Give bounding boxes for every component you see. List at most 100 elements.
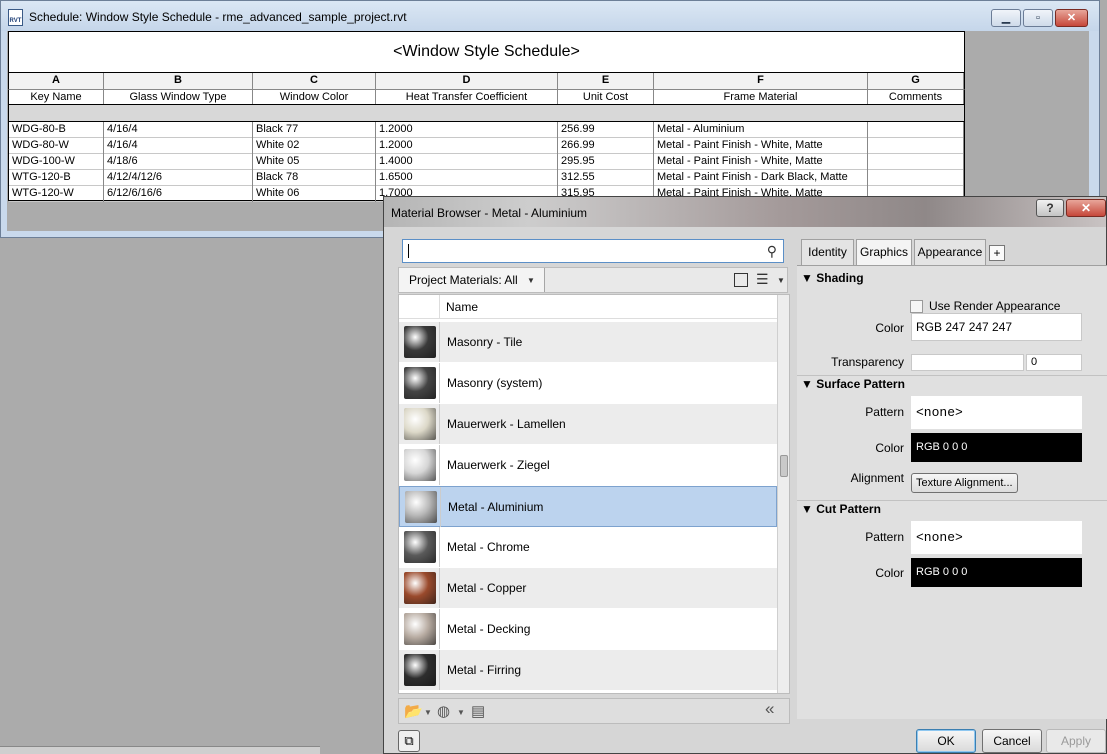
- table-cell[interactable]: Metal - Aluminium: [654, 122, 868, 138]
- transparency-slider[interactable]: [911, 354, 1024, 371]
- list-view-icon[interactable]: ☰: [756, 271, 769, 288]
- add-asset-tab-button[interactable]: +: [989, 245, 1005, 261]
- tab-identity[interactable]: Identity: [801, 239, 854, 265]
- transparency-input[interactable]: 0: [1026, 354, 1082, 371]
- dialog-close-button[interactable]: ✕: [1066, 199, 1106, 217]
- ok-button[interactable]: OK: [916, 729, 976, 753]
- table-cell[interactable]: Metal - Paint Finish - White, Matte: [654, 138, 868, 154]
- table-cell[interactable]: 4/16/4: [104, 138, 253, 154]
- minimize-button[interactable]: ▁: [991, 9, 1021, 27]
- help-button[interactable]: ?: [1036, 199, 1064, 217]
- cancel-button[interactable]: Cancel: [982, 729, 1042, 753]
- table-row[interactable]: WDG-80-W 4/16/4 White 02 1.2000 266.99 Metal …: [9, 138, 964, 154]
- table-cell[interactable]: [868, 138, 964, 154]
- table-cell[interactable]: WDG-100-W: [9, 154, 104, 170]
- view-options-chevron-down-icon[interactable]: ▼: [777, 276, 785, 285]
- material-search-input[interactable]: [403, 240, 753, 262]
- create-menu-chevron-down-icon[interactable]: ▼: [457, 708, 465, 717]
- table-cell[interactable]: WTG-120-B: [9, 170, 104, 186]
- surface-pattern-value[interactable]: <none>: [911, 396, 1082, 429]
- table-cell[interactable]: 4/16/4: [104, 122, 253, 138]
- table-cell[interactable]: WDG-80-W: [9, 138, 104, 154]
- table-cell[interactable]: WTG-120-W: [9, 186, 104, 202]
- material-list-item[interactable]: Metal - Aluminium: [399, 486, 777, 527]
- table-cell[interactable]: 4/18/6: [104, 154, 253, 170]
- panel-view-icon[interactable]: [734, 273, 748, 287]
- table-cell[interactable]: 312.55: [558, 170, 654, 186]
- material-editor-toggle-icon[interactable]: ⧉: [398, 730, 420, 752]
- column-letter[interactable]: B: [104, 73, 253, 89]
- table-cell[interactable]: [868, 122, 964, 138]
- material-list-item[interactable]: Mauerwerk - Ziegel: [399, 445, 777, 486]
- search-icon[interactable]: ⚲: [767, 243, 777, 260]
- table-cell[interactable]: Metal - Paint Finish - Dark Black, Matte: [654, 170, 868, 186]
- scrollbar-thumb[interactable]: [780, 455, 788, 477]
- table-cell[interactable]: White 06: [253, 186, 376, 202]
- table-cell[interactable]: 4/12/4/12/6: [104, 170, 253, 186]
- material-list-item[interactable]: Metal - Copper: [399, 568, 777, 609]
- column-header[interactable]: Unit Cost: [558, 90, 654, 104]
- texture-alignment-button[interactable]: Texture Alignment...: [911, 473, 1018, 493]
- open-library-icon[interactable]: 📂: [404, 702, 423, 720]
- table-cell[interactable]: 1.6500: [376, 170, 558, 186]
- library-menu-chevron-down-icon[interactable]: ▼: [424, 708, 432, 717]
- table-cell[interactable]: [868, 154, 964, 170]
- cut-color-swatch[interactable]: RGB 0 0 0: [911, 558, 1082, 587]
- table-cell[interactable]: Black 78: [253, 170, 376, 186]
- shading-section-header[interactable]: ▼ Shading: [801, 271, 864, 285]
- table-cell[interactable]: 6/12/6/16/6: [104, 186, 253, 202]
- material-list-item[interactable]: Metal - Chrome: [399, 527, 777, 568]
- column-letter[interactable]: D: [376, 73, 558, 89]
- material-browser-titlebar[interactable]: Material Browser - Metal - Aluminium ? ✕: [384, 197, 1106, 227]
- close-button[interactable]: ✕: [1055, 9, 1088, 27]
- table-cell[interactable]: Metal - Paint Finish - White, Matte: [654, 154, 868, 170]
- table-cell[interactable]: 1.4000: [376, 154, 558, 170]
- collapse-library-icon[interactable]: «: [765, 699, 774, 719]
- name-column-header[interactable]: Name: [446, 300, 478, 314]
- table-cell[interactable]: 1.2000: [376, 138, 558, 154]
- column-letter[interactable]: F: [654, 73, 868, 89]
- column-header[interactable]: Window Color: [253, 90, 376, 104]
- table-row[interactable]: WTG-120-B 4/12/4/12/6 Black 78 1.6500 312.55…: [9, 170, 964, 186]
- tab-graphics[interactable]: Graphics: [856, 239, 912, 265]
- cut-pattern-section-header[interactable]: ▼ Cut Pattern: [801, 502, 881, 516]
- material-list-item[interactable]: Metal - Decking: [399, 609, 777, 650]
- column-header[interactable]: Comments: [868, 90, 964, 104]
- create-material-icon[interactable]: ◍: [437, 702, 450, 720]
- table-cell[interactable]: 1.2000: [376, 122, 558, 138]
- table-cell[interactable]: 256.99: [558, 122, 654, 138]
- table-cell[interactable]: [868, 170, 964, 186]
- shading-color-swatch[interactable]: RGB 247 247 247: [911, 313, 1082, 341]
- thumbnail-column-header[interactable]: [399, 295, 440, 319]
- column-header[interactable]: Key Name: [9, 90, 104, 104]
- table-cell[interactable]: Black 77: [253, 122, 376, 138]
- column-header[interactable]: Frame Material: [654, 90, 868, 104]
- cut-pattern-value[interactable]: <none>: [911, 521, 1082, 554]
- tab-appearance[interactable]: Appearance: [914, 239, 986, 265]
- material-list-item[interactable]: Metal - Firring: [399, 650, 777, 691]
- apply-button[interactable]: Apply: [1046, 729, 1106, 753]
- column-header[interactable]: Glass Window Type: [104, 90, 253, 104]
- table-cell[interactable]: WDG-80-B: [9, 122, 104, 138]
- project-materials-filter[interactable]: Project Materials: All: [399, 268, 545, 292]
- table-cell[interactable]: White 02: [253, 138, 376, 154]
- material-list-item[interactable]: Masonry - Tile: [399, 322, 777, 363]
- material-search-box[interactable]: ⚲: [402, 239, 784, 263]
- table-cell[interactable]: White 05: [253, 154, 376, 170]
- surface-color-swatch[interactable]: RGB 0 0 0: [911, 433, 1082, 462]
- view-tab-strip[interactable]: [0, 746, 320, 754]
- column-letter[interactable]: C: [253, 73, 376, 89]
- table-row[interactable]: WDG-80-B 4/16/4 Black 77 1.2000 256.99 Metal …: [9, 122, 964, 138]
- schedule-titlebar[interactable]: RVT Schedule: Window Style Schedule - rm…: [1, 1, 1099, 31]
- table-cell[interactable]: 295.95: [558, 154, 654, 170]
- table-row[interactable]: WDG-100-W 4/18/6 White 05 1.4000 295.95 Metal…: [9, 154, 964, 170]
- chevron-down-icon[interactable]: ▼: [527, 276, 535, 285]
- asset-browser-icon[interactable]: ▤: [471, 702, 485, 720]
- column-letter[interactable]: G: [868, 73, 964, 89]
- use-render-appearance-checkbox[interactable]: [910, 300, 923, 313]
- table-cell[interactable]: 266.99: [558, 138, 654, 154]
- column-letter[interactable]: E: [558, 73, 654, 89]
- material-list-item[interactable]: Mauerwerk - Lamellen: [399, 404, 777, 445]
- maximize-button[interactable]: ▫: [1023, 9, 1053, 27]
- schedule-heading[interactable]: <Window Style Schedule>: [8, 31, 965, 73]
